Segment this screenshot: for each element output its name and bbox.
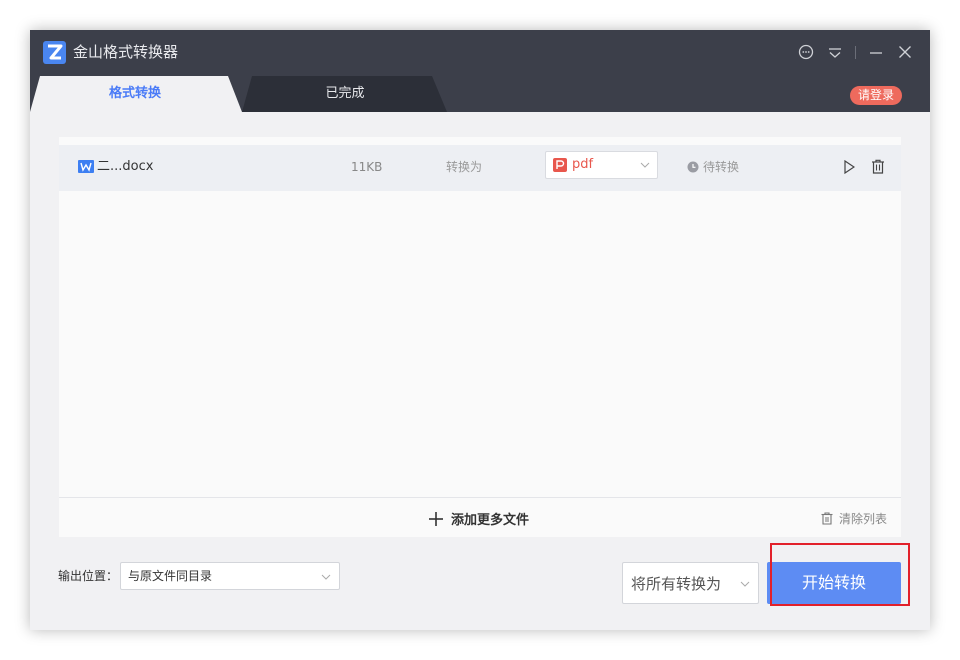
window-controls (797, 42, 914, 62)
convert-to-label: 转换为 (446, 160, 483, 174)
target-format-select[interactable]: pdf (545, 151, 658, 179)
file-size: 11KB (351, 160, 383, 174)
menu-icon[interactable] (826, 43, 844, 61)
convert-all-select[interactable]: 将所有转换为 (622, 562, 759, 604)
output-location-label: 输出位置： (58, 569, 119, 583)
app-title: 金山格式转换器 (73, 43, 179, 61)
chevron-down-icon (321, 574, 331, 580)
file-row[interactable]: 二...docx 11KB 转换为 pdf 待转换 (59, 145, 901, 191)
add-more-files-button[interactable]: 添加更多文件 (429, 509, 529, 528)
file-status: 待转换 (687, 159, 739, 175)
app-window: 金山格式转换器 请登录 格式转换 已完成 二...docx 11KB 转换为 p… (30, 30, 930, 630)
clock-icon (687, 161, 699, 173)
feedback-icon[interactable] (797, 43, 815, 61)
trash-icon (821, 512, 833, 525)
plus-icon (429, 511, 443, 526)
convert-all-label: 将所有转换为 (631, 575, 722, 593)
chevron-down-icon (640, 162, 650, 168)
login-button[interactable]: 请登录 (849, 86, 902, 105)
file-name: 二...docx (97, 159, 154, 174)
output-location-select[interactable]: 与原文件同目录 (120, 562, 340, 590)
clear-list-label: 清除列表 (838, 512, 887, 526)
title-separator (855, 45, 856, 59)
delete-icon[interactable] (871, 159, 885, 174)
add-more-files-label: 添加更多文件 (451, 513, 530, 528)
play-icon[interactable] (843, 160, 855, 174)
file-status-text: 待转换 (703, 160, 740, 174)
word-file-icon (78, 160, 94, 173)
file-list-panel: 二...docx 11KB 转换为 pdf 待转换 (59, 137, 901, 537)
tab-format-convert[interactable]: 格式转换 (50, 76, 220, 112)
chevron-down-icon (740, 581, 750, 587)
output-location-value: 与原文件同目录 (128, 569, 213, 583)
minimize-icon[interactable] (867, 43, 885, 61)
file-list-footer: 添加更多文件 清除列表 (59, 497, 901, 537)
close-icon[interactable] (896, 43, 914, 61)
clear-list-button[interactable]: 清除列表 (821, 510, 887, 527)
start-convert-button[interactable]: 开始转换 (767, 562, 901, 604)
pdf-icon (553, 158, 567, 172)
tab-completed[interactable]: 已完成 (260, 76, 430, 112)
app-logo-icon (43, 41, 66, 64)
target-format-value: pdf (572, 157, 594, 172)
